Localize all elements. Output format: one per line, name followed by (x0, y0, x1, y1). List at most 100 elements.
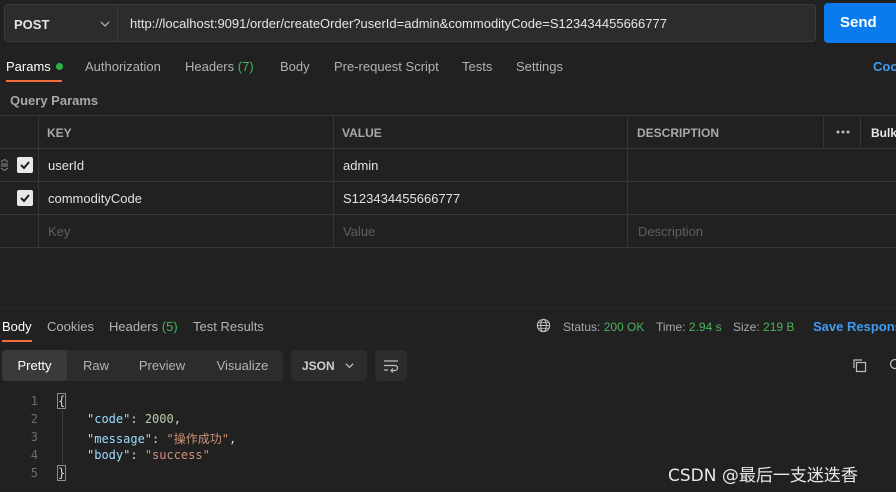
table-row-empty: Key Value Description (0, 215, 896, 248)
column-value: VALUE (342, 126, 382, 140)
column-divider (627, 115, 628, 248)
open-brace: { (56, 393, 67, 409)
response-divider (0, 308, 896, 309)
line-number: 1 (30, 394, 38, 408)
format-raw[interactable]: Raw (70, 350, 122, 381)
tab-params-label: Params (6, 59, 51, 74)
json-key: "code" (87, 412, 131, 426)
tab-test-results[interactable]: Test Results (193, 319, 264, 334)
check-icon (20, 194, 30, 203)
column-divider (38, 115, 39, 248)
tab-settings[interactable]: Settings (516, 59, 563, 74)
column-divider (333, 115, 334, 248)
method-select[interactable]: POST (4, 4, 117, 42)
format-visualize[interactable]: Visualize (202, 350, 283, 381)
column-key: KEY (47, 126, 72, 140)
json-value: "操作成功" (166, 432, 229, 446)
line-number: 2 (30, 412, 38, 426)
tab-response-cookies[interactable]: Cookies (47, 319, 94, 334)
check-icon (20, 161, 30, 170)
active-response-tab-indicator (2, 340, 32, 342)
tab-authorization[interactable]: Authorization (85, 59, 161, 74)
json-colon: : (130, 412, 145, 426)
row-checkbox[interactable] (17, 190, 33, 206)
more-options-icon[interactable] (835, 127, 851, 137)
column-divider (823, 115, 824, 148)
time-value: 2.94 s (688, 320, 722, 334)
format-toggle: Pretty Raw Preview Visualize (2, 350, 283, 381)
value-placeholder[interactable]: Value (343, 224, 375, 239)
tab-response-headers-label: Headers (109, 319, 159, 334)
param-value[interactable]: S123434455666777 (343, 191, 460, 206)
headers-count: (7) (237, 59, 254, 74)
wrap-lines-button[interactable] (375, 350, 407, 381)
table-row: commodityCode S123434455666777 (0, 182, 896, 215)
time-indicator[interactable]: Time: 2.94 s (656, 320, 722, 334)
indent-guide (62, 410, 63, 464)
tab-pre-request-script[interactable]: Pre-request Script (334, 59, 439, 74)
code-line: 3 "message": "操作成功", (0, 428, 896, 446)
column-divider (860, 115, 861, 148)
time-label: Time: (656, 320, 686, 334)
description-placeholder[interactable]: Description (638, 224, 703, 239)
json-key: "message" (87, 432, 153, 446)
tab-body[interactable]: Body (280, 59, 310, 74)
cookies-link[interactable]: Coo (873, 59, 896, 74)
param-value[interactable]: admin (343, 158, 378, 173)
column-description: DESCRIPTION (637, 126, 720, 140)
status-value: 200 OK (603, 320, 645, 334)
json-comma: , (173, 412, 181, 426)
chevron-down-icon (345, 363, 354, 369)
param-key[interactable]: userId (48, 158, 84, 173)
language-label: JSON (302, 359, 335, 373)
active-tab-indicator (6, 80, 62, 82)
code-line: 1 { (0, 392, 896, 410)
save-response-button[interactable]: Save Respons (813, 319, 896, 334)
globe-icon[interactable] (536, 318, 551, 333)
json-comma: , (228, 432, 237, 446)
url-input[interactable]: http://localhost:9091/order/createOrder?… (117, 4, 816, 42)
tab-headers[interactable]: Headers (7) (185, 59, 254, 74)
copy-icon[interactable] (852, 358, 867, 373)
query-params-title: Query Params (10, 93, 99, 108)
tab-headers-label: Headers (185, 59, 235, 74)
code-line: 2 "code": 2000, (0, 410, 896, 428)
language-select[interactable]: JSON (291, 350, 367, 381)
status-label: Status: (563, 320, 601, 334)
params-active-dot (55, 63, 63, 71)
table-header-row: KEY VALUE DESCRIPTION Bulk (0, 116, 896, 149)
line-number: 5 (30, 466, 38, 480)
format-pretty[interactable]: Pretty (2, 350, 67, 381)
wrap-lines-icon (384, 360, 399, 373)
tab-response-body[interactable]: Body (2, 319, 32, 334)
search-icon[interactable] (889, 358, 896, 373)
json-value: 2000 (144, 412, 174, 426)
bulk-edit-button[interactable]: Bulk (871, 126, 896, 140)
row-checkbox[interactable] (17, 157, 33, 173)
json-colon: : (152, 432, 167, 446)
watermark: CSDN @最后一支迷迭香 (668, 466, 858, 486)
tab-response-headers[interactable]: Headers (5) (109, 319, 178, 334)
tab-tests[interactable]: Tests (462, 59, 492, 74)
size-label: Size: (733, 320, 760, 334)
size-indicator[interactable]: Size: 219 B (733, 320, 794, 334)
tab-params[interactable]: Params (6, 59, 63, 74)
json-key: "body" (87, 448, 131, 462)
line-number: 4 (30, 448, 38, 462)
drag-handle-icon[interactable] (0, 159, 9, 171)
param-key[interactable]: commodityCode (48, 191, 142, 206)
key-placeholder[interactable]: Key (48, 224, 70, 239)
send-label: Send (840, 14, 877, 31)
url-text: http://localhost:9091/order/createOrder?… (130, 16, 667, 31)
request-bar: POST http://localhost:9091/order/createO… (0, 0, 896, 46)
send-button[interactable]: Send (824, 3, 896, 43)
status-indicator[interactable]: Status: 200 OK (563, 320, 644, 334)
params-table: KEY VALUE DESCRIPTION Bulk userId admin … (0, 115, 896, 248)
json-colon: : (130, 448, 145, 462)
method-label: POST (14, 17, 50, 32)
size-value: 219 B (763, 320, 795, 334)
table-row: userId admin (0, 149, 896, 182)
format-preview[interactable]: Preview (127, 350, 197, 381)
response-headers-count: (5) (161, 319, 178, 334)
line-number: 3 (30, 430, 38, 444)
